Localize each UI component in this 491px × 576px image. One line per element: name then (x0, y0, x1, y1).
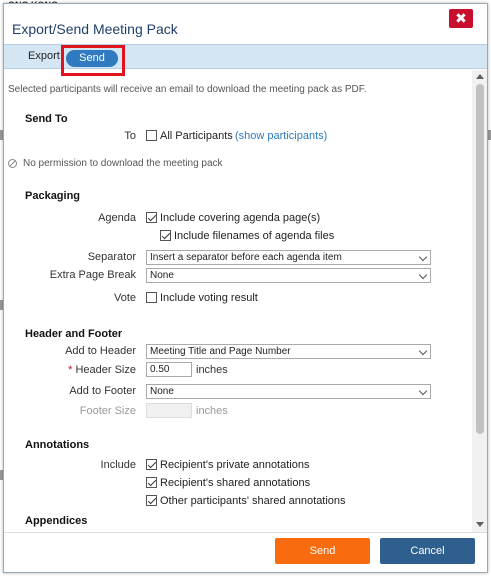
agenda-label: Agenda (98, 212, 136, 224)
footer-size-unit: inches (196, 405, 228, 417)
scroll-thumb[interactable] (476, 84, 484, 434)
include-label: Include (100, 459, 136, 471)
export-send-dialog: Export/Send Meeting Pack ✖ Export Send S… (3, 3, 488, 573)
add-to-footer-select[interactable]: None (146, 384, 431, 399)
header-footer-heading: Header and Footer (25, 328, 123, 340)
info-text: Selected participants will receive an em… (8, 84, 367, 95)
packaging-heading: Packaging (25, 190, 81, 202)
header-size-label-text: Header Size (75, 364, 136, 376)
private-annotations-label: Recipient's private annotations (160, 459, 310, 471)
tab-export[interactable]: Export (28, 50, 60, 62)
add-to-header-select[interactable]: Meeting Title and Page Number (146, 344, 431, 359)
dialog-titlebar: Export/Send Meeting Pack ✖ (4, 4, 487, 42)
chevron-down-icon (418, 252, 428, 262)
dialog-footer: Send Cancel (4, 532, 487, 572)
header-size-unit: inches (196, 364, 228, 376)
no-permission-text: No permission to download the meeting pa… (23, 158, 223, 169)
include-voting-checkbox[interactable] (146, 292, 157, 303)
required-marker: * (68, 364, 73, 376)
include-filenames-checkbox[interactable] (160, 230, 171, 241)
all-participants-checkbox[interactable] (146, 130, 157, 141)
chevron-down-icon (418, 386, 428, 396)
close-icon[interactable]: ✖ (455, 10, 467, 26)
header-size-label: * Header Size (6, 364, 136, 376)
extra-page-break-value: None (150, 270, 174, 281)
dialog-content[interactable]: Selected participants will receive an em… (4, 70, 472, 532)
separator-label: Separator (87, 251, 136, 263)
scroll-up-icon[interactable] (476, 74, 484, 79)
chevron-down-icon (418, 346, 428, 356)
chevron-down-icon (418, 270, 428, 280)
vote-label: Vote (113, 292, 136, 304)
include-voting-label: Include voting result (160, 292, 258, 304)
others-annotations-checkbox[interactable] (146, 495, 157, 506)
add-to-footer-label: Add to Footer (69, 385, 136, 397)
shared-annotations-label: Recipient's shared annotations (160, 477, 311, 489)
private-annotations-checkbox[interactable] (146, 459, 157, 470)
content-scrollbar[interactable] (472, 70, 487, 532)
include-covering-checkbox[interactable] (146, 212, 157, 223)
all-participants-label: All Participants (160, 130, 233, 142)
add-to-footer-value: None (150, 386, 174, 397)
header-size-input[interactable]: 0.50 (146, 362, 192, 377)
footer-size-input[interactable] (146, 403, 192, 418)
to-label: To (124, 130, 136, 142)
add-to-header-label: Add to Header (65, 345, 136, 357)
include-covering-label: Include covering agenda page(s) (160, 212, 321, 224)
separator-select-value: Insert a separator before each agenda it… (150, 252, 342, 263)
annotations-heading: Annotations (25, 439, 90, 451)
separator-select[interactable]: Insert a separator before each agenda it… (146, 250, 431, 265)
extra-page-break-label: Extra Page Break (49, 269, 136, 281)
send-to-heading: Send To (25, 113, 68, 125)
extra-page-break-select[interactable]: None (146, 268, 431, 283)
footer-size-label: Footer Size (79, 405, 136, 417)
close-button[interactable]: ✖ (449, 9, 473, 28)
include-filenames-label: Include filenames of agenda files (174, 230, 335, 242)
tab-send[interactable]: Send (66, 50, 118, 67)
cancel-button[interactable]: Cancel (380, 538, 475, 564)
add-to-header-value: Meeting Title and Page Number (150, 346, 291, 357)
others-annotations-label: Other participants' shared annotations (160, 495, 346, 507)
appendices-heading: Appendices (25, 515, 88, 527)
send-button[interactable]: Send (275, 538, 370, 564)
dialog-title: Export/Send Meeting Pack (12, 21, 178, 37)
shared-annotations-checkbox[interactable] (146, 477, 157, 488)
scroll-down-icon[interactable] (476, 522, 484, 527)
show-participants-link[interactable]: (show participants) (235, 130, 327, 142)
no-permission-icon (8, 159, 17, 168)
tab-bar: Export Send (4, 44, 487, 76)
